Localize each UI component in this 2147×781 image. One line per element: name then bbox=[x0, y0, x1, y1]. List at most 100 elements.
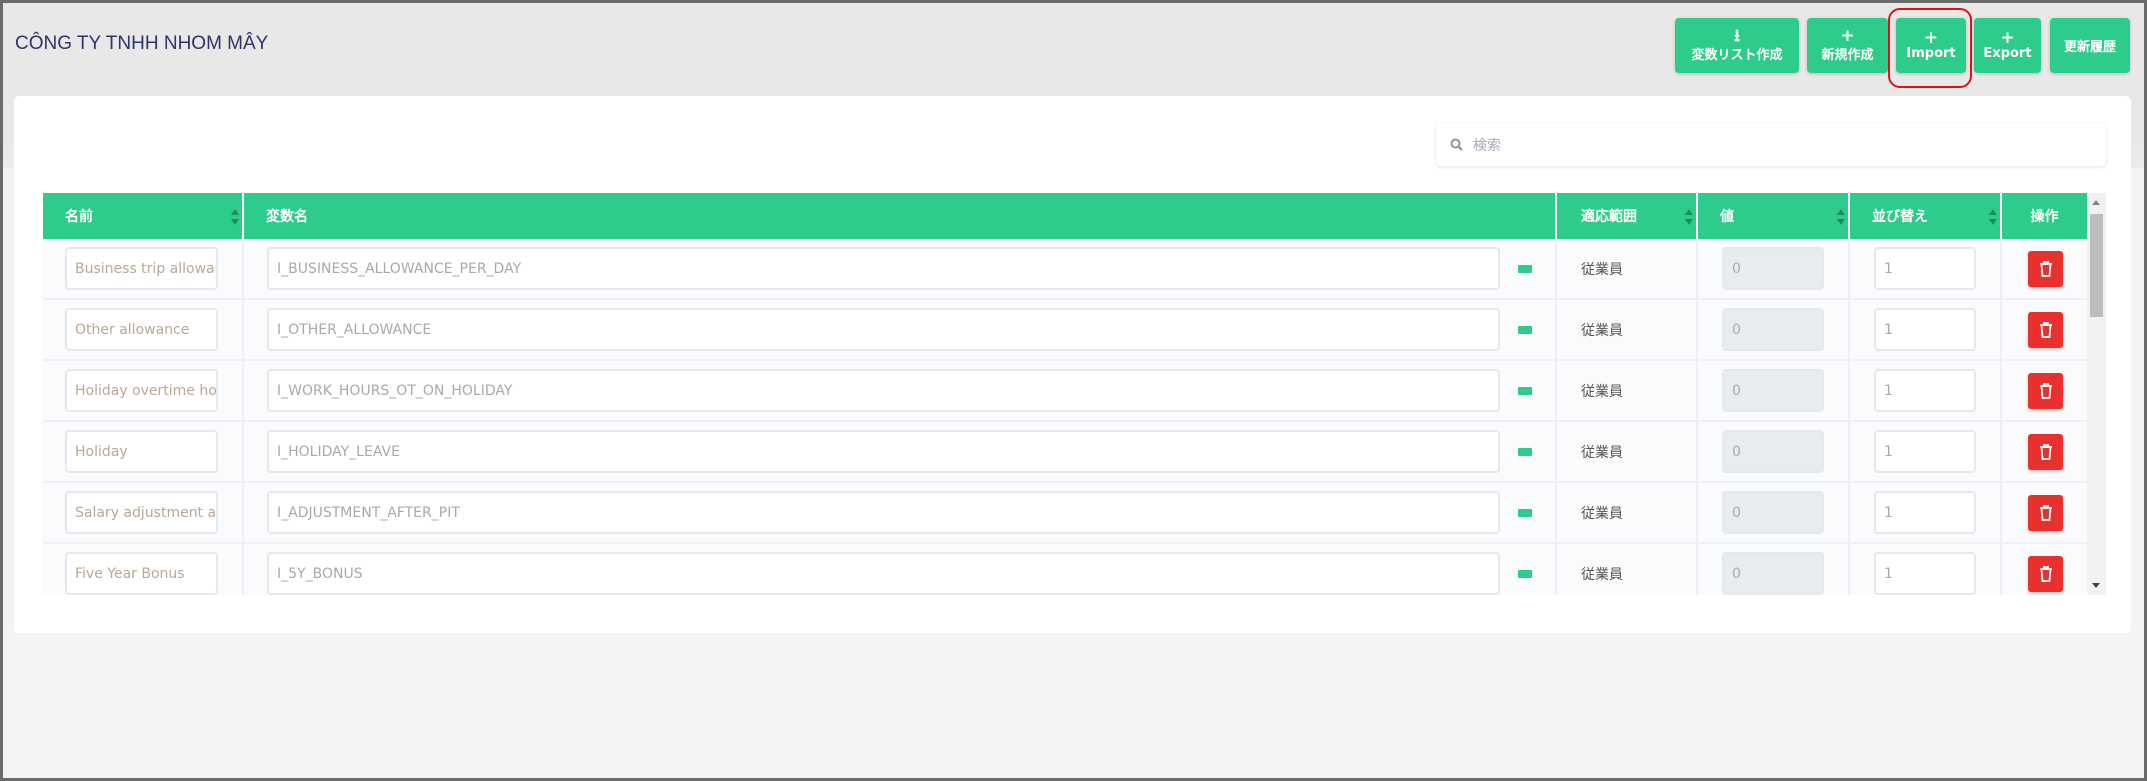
variable-cell: I_5Y_BONUS bbox=[244, 544, 1557, 595]
value-cell: 0 bbox=[1698, 300, 1850, 359]
create-variable-list-button[interactable]: ⭳ 変数リスト作成 bbox=[1675, 18, 1799, 73]
delete-button[interactable] bbox=[2028, 372, 2063, 409]
value-cell: 0 bbox=[1698, 361, 1850, 420]
table-body: Business trip allowance I_BUSINESS_ALLOW… bbox=[43, 239, 2087, 595]
col-actions: 操作 bbox=[2002, 193, 2087, 239]
variable-cell: I_BUSINESS_ALLOWANCE_PER_DAY bbox=[244, 239, 1557, 298]
trash-icon bbox=[2039, 504, 2052, 521]
variable-input[interactable]: I_WORK_HOURS_OT_ON_HOLIDAY bbox=[267, 369, 1500, 412]
new-button[interactable]: + 新規作成 bbox=[1807, 18, 1888, 73]
col-label: 並び替え bbox=[1872, 209, 1928, 225]
value-cell: 0 bbox=[1698, 483, 1850, 542]
name-input[interactable]: Holiday overtime hours bbox=[65, 369, 218, 412]
table-scrollbar[interactable] bbox=[2087, 193, 2106, 595]
button-label: 変数リスト作成 bbox=[1691, 48, 1783, 63]
order-input[interactable]: 1 bbox=[1874, 369, 1976, 412]
delete-button[interactable] bbox=[2028, 433, 2063, 470]
name-input[interactable]: Other allowance bbox=[65, 308, 218, 351]
search-placeholder: 検索 bbox=[1473, 137, 1501, 154]
scroll-down-icon[interactable] bbox=[2092, 583, 2100, 588]
keyboard-icon[interactable] bbox=[1518, 569, 1532, 578]
company-title: CÔNG TY TNHH NHOM MÂY bbox=[15, 33, 269, 54]
sort-icon[interactable] bbox=[1837, 209, 1845, 225]
actions-cell bbox=[2002, 300, 2087, 359]
value-input: 0 bbox=[1722, 247, 1824, 290]
variable-input[interactable]: I_OTHER_ALLOWANCE bbox=[267, 308, 1500, 351]
sort-icon[interactable] bbox=[1989, 209, 1997, 225]
variable-cell: I_ADJUSTMENT_AFTER_PIT bbox=[244, 483, 1557, 542]
name-input[interactable]: Holiday bbox=[65, 430, 218, 473]
plus-icon: + bbox=[1840, 26, 1855, 46]
order-input[interactable]: 1 bbox=[1874, 430, 1976, 473]
scope-cell: 従業員 bbox=[1557, 544, 1698, 595]
trash-icon bbox=[2039, 565, 2052, 582]
search-input[interactable]: 検索 bbox=[1436, 123, 2106, 166]
search-icon bbox=[1450, 138, 1463, 151]
variable-cell: I_WORK_HOURS_OT_ON_HOLIDAY bbox=[244, 361, 1557, 420]
button-label: 更新履歴 bbox=[2063, 40, 2116, 55]
trash-icon bbox=[2039, 260, 2052, 277]
name-input[interactable]: Five Year Bonus bbox=[65, 552, 218, 595]
update-history-button[interactable]: 更新履歴 bbox=[2050, 18, 2130, 73]
actions-cell bbox=[2002, 483, 2087, 542]
export-button[interactable]: + Export bbox=[1974, 18, 2041, 73]
order-input[interactable]: 1 bbox=[1874, 308, 1976, 351]
col-label: 名前 bbox=[65, 209, 93, 225]
col-scope[interactable]: 適応範囲 bbox=[1557, 193, 1698, 239]
scope-cell: 従業員 bbox=[1557, 239, 1698, 298]
import-highlight bbox=[1888, 8, 1972, 88]
table-row: Five Year Bonus I_5Y_BONUS 従業員 0 1 bbox=[43, 544, 2087, 595]
delete-button[interactable] bbox=[2028, 250, 2063, 287]
value-input: 0 bbox=[1722, 552, 1824, 595]
keyboard-icon[interactable] bbox=[1518, 264, 1532, 273]
delete-button[interactable] bbox=[2028, 311, 2063, 348]
app-frame: CÔNG TY TNHH NHOM MÂY ⭳ 変数リスト作成 + 新規作成 +… bbox=[3, 3, 2144, 778]
trash-icon bbox=[2039, 382, 2052, 399]
keyboard-icon[interactable] bbox=[1518, 508, 1532, 517]
keyboard-icon[interactable] bbox=[1518, 386, 1532, 395]
table-row: Salary adjustment after PIT I_ADJUSTMENT… bbox=[43, 483, 2087, 544]
variable-input[interactable]: I_ADJUSTMENT_AFTER_PIT bbox=[267, 491, 1500, 534]
name-cell: Salary adjustment after PIT bbox=[43, 483, 244, 542]
order-input[interactable]: 1 bbox=[1874, 247, 1976, 290]
order-cell: 1 bbox=[1850, 544, 2002, 595]
variable-input[interactable]: I_5Y_BONUS bbox=[267, 552, 1500, 595]
order-input[interactable]: 1 bbox=[1874, 552, 1976, 595]
value-input: 0 bbox=[1722, 308, 1824, 351]
table-row: Business trip allowance I_BUSINESS_ALLOW… bbox=[43, 239, 2087, 300]
col-value[interactable]: 値 bbox=[1698, 193, 1850, 239]
button-label: 新規作成 bbox=[1821, 48, 1874, 63]
col-name[interactable]: 名前 bbox=[43, 193, 244, 239]
scroll-thumb[interactable] bbox=[2090, 214, 2103, 317]
trash-icon bbox=[2039, 321, 2052, 338]
col-order[interactable]: 並び替え bbox=[1850, 193, 2002, 239]
delete-button[interactable] bbox=[2028, 494, 2063, 531]
order-input[interactable]: 1 bbox=[1874, 491, 1976, 534]
col-label: 値 bbox=[1720, 209, 1734, 225]
value-input: 0 bbox=[1722, 491, 1824, 534]
col-label: 操作 bbox=[2030, 209, 2059, 225]
table-row: Holiday I_HOLIDAY_LEAVE 従業員 0 1 bbox=[43, 422, 2087, 483]
sort-icon[interactable] bbox=[1685, 209, 1693, 225]
order-cell: 1 bbox=[1850, 239, 2002, 298]
keyboard-icon[interactable] bbox=[1518, 447, 1532, 456]
actions-cell bbox=[2002, 239, 2087, 298]
scope-cell: 従業員 bbox=[1557, 483, 1698, 542]
sort-icon[interactable] bbox=[231, 209, 239, 225]
variable-input[interactable]: I_HOLIDAY_LEAVE bbox=[267, 430, 1500, 473]
actions-cell bbox=[2002, 422, 2087, 481]
name-input[interactable]: Business trip allowance bbox=[65, 247, 218, 290]
delete-button[interactable] bbox=[2028, 555, 2063, 592]
table-header: 名前 変数名 適応範囲 値 並び替え 操作 bbox=[43, 193, 2087, 239]
variables-table: 名前 変数名 適応範囲 値 並び替え 操作 Business trip allo… bbox=[43, 193, 2087, 595]
actions-cell bbox=[2002, 361, 2087, 420]
table-row: Holiday overtime hours I_WORK_HOURS_OT_O… bbox=[43, 361, 2087, 422]
keyboard-icon[interactable] bbox=[1518, 325, 1532, 334]
name-input[interactable]: Salary adjustment after PIT bbox=[65, 491, 218, 534]
download-icon: ⭳ bbox=[1734, 26, 1740, 46]
name-cell: Holiday overtime hours bbox=[43, 361, 244, 420]
name-cell: Business trip allowance bbox=[43, 239, 244, 298]
scroll-up-icon[interactable] bbox=[2092, 200, 2100, 205]
variable-input[interactable]: I_BUSINESS_ALLOWANCE_PER_DAY bbox=[267, 247, 1500, 290]
variable-cell: I_OTHER_ALLOWANCE bbox=[244, 300, 1557, 359]
